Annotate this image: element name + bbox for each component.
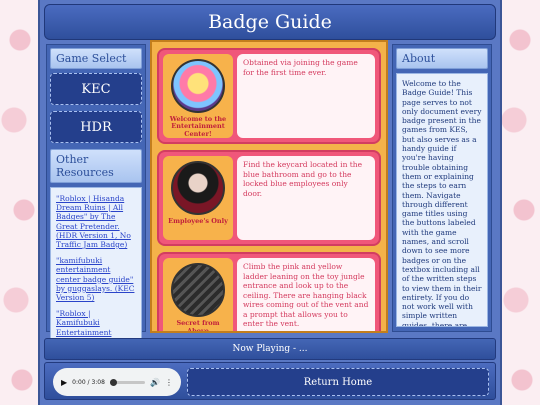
welcome-badge-icon bbox=[171, 59, 225, 113]
about-heading: About bbox=[396, 48, 488, 69]
badge-description: Climb the pink and yellow ladder leaning… bbox=[237, 258, 375, 331]
page-frame: Badge Guide Game Select KEC HDR Other Re… bbox=[38, 0, 502, 405]
badge-card: Welcome to the Entertainment Center! Obt… bbox=[157, 48, 381, 144]
now-playing-bar: Now Playing - ... bbox=[44, 338, 496, 360]
volume-icon[interactable]: 🔊 bbox=[150, 378, 160, 387]
page-title: Badge Guide bbox=[44, 4, 496, 40]
game-button-hdr[interactable]: HDR bbox=[50, 111, 142, 143]
floral-background-right bbox=[500, 0, 540, 405]
resource-link[interactable]: "kamifubuki entertainment center badge g… bbox=[56, 256, 136, 302]
badge-thumbnail: Employee's Only bbox=[163, 156, 233, 240]
play-icon[interactable]: ▶ bbox=[61, 378, 67, 387]
audio-player[interactable]: ▶ 0:00 / 3:08 🔊 ⋮ bbox=[53, 368, 181, 396]
game-select-heading: Game Select bbox=[50, 48, 142, 69]
bottom-bar: ▶ 0:00 / 3:08 🔊 ⋮ Return Home bbox=[44, 362, 496, 400]
resource-link[interactable]: "Roblox | Hisanda Dream Ruins | All Badg… bbox=[56, 194, 136, 249]
badge-list[interactable]: Welcome to the Entertainment Center! Obt… bbox=[150, 40, 388, 333]
about-text[interactable]: Welcome to the Badge Guide! This page se… bbox=[396, 73, 488, 327]
left-sidebar: Game Select KEC HDR Other Resources "Rob… bbox=[46, 44, 146, 355]
audio-time: 0:00 / 3:08 bbox=[72, 378, 105, 386]
about-sidebar: About Welcome to the Badge Guide! This p… bbox=[392, 44, 492, 332]
badge-description: Find the keycard located in the blue bat… bbox=[237, 156, 375, 240]
badge-thumbnail: Welcome to the Entertainment Center! bbox=[163, 54, 233, 138]
resources-list[interactable]: "Roblox | Hisanda Dream Ruins | All Badg… bbox=[50, 187, 142, 355]
badge-thumbnail: Secret from Above bbox=[163, 258, 233, 333]
employee-badge-icon bbox=[171, 161, 225, 215]
more-options-icon[interactable]: ⋮ bbox=[165, 378, 173, 387]
audio-seek-slider[interactable] bbox=[109, 378, 146, 386]
badge-card: Employee's Only Find the keycard located… bbox=[157, 150, 381, 246]
badge-caption: Secret from Above bbox=[176, 319, 220, 333]
other-resources-heading: Other Resources bbox=[50, 149, 142, 183]
badge-card: Secret from Above Climb the pink and yel… bbox=[157, 252, 381, 333]
vent-badge-icon bbox=[171, 263, 225, 317]
badge-description: Obtained via joining the game for the fi… bbox=[237, 54, 375, 138]
game-button-kec[interactable]: KEC bbox=[50, 73, 142, 105]
floral-background-left bbox=[0, 0, 40, 405]
return-home-button[interactable]: Return Home bbox=[187, 368, 489, 396]
badge-caption: Welcome to the Entertainment Center! bbox=[169, 114, 227, 138]
badge-caption: Employee's Only bbox=[168, 217, 228, 225]
